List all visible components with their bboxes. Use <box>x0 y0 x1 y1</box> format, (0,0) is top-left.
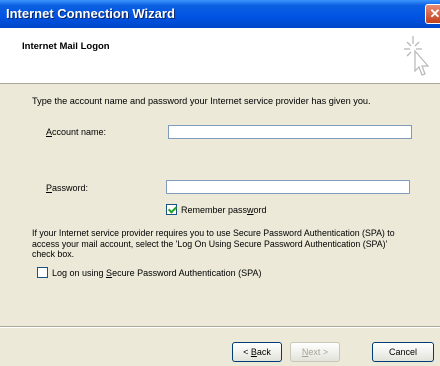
remember-label-post: ord <box>253 205 267 215</box>
spa-label-post: ecure Password Authentication (SPA) <box>112 268 262 278</box>
window-title: Internet Connection Wizard <box>6 6 175 21</box>
next-button[interactable]: Next > <box>290 342 340 362</box>
password-label: Password: <box>46 183 88 193</box>
remember-password-label[interactable]: Remember password <box>181 205 267 215</box>
password-label-post: assword: <box>52 183 89 193</box>
account-label-post: ccount name: <box>52 127 107 137</box>
remember-label-pre: Remember pass <box>181 205 248 215</box>
close-button[interactable]: ✕ <box>425 4 440 24</box>
spa-label-pre: Log on using <box>52 268 107 278</box>
spa-checkbox[interactable] <box>37 267 48 278</box>
password-input[interactable] <box>166 180 410 194</box>
wizard-sparkle-icon <box>404 36 430 76</box>
footer-separator <box>0 326 440 328</box>
wizard-header: Internet Mail Logon <box>0 28 440 84</box>
next-label-post: ext > <box>308 347 329 357</box>
title-bar: Internet Connection Wizard ✕ <box>0 0 440 28</box>
cancel-button[interactable]: Cancel <box>372 342 434 362</box>
intro-text: Type the account name and password your … <box>32 96 371 106</box>
remember-password-checkbox[interactable] <box>166 204 177 215</box>
account-name-input[interactable] <box>168 125 412 139</box>
back-label-post: ack <box>256 347 271 357</box>
wizard-body: Type the account name and password your … <box>0 84 440 366</box>
back-button[interactable]: < Back <box>232 342 282 362</box>
spa-help-text: If your Internet service provider requir… <box>32 228 395 259</box>
close-icon: ✕ <box>429 6 440 21</box>
account-name-label: Account name: <box>46 127 106 137</box>
back-label-pre: < <box>243 347 251 357</box>
page-title: Internet Mail Logon <box>22 41 110 52</box>
spa-label[interactable]: Log on using Secure Password Authenticat… <box>52 268 261 278</box>
